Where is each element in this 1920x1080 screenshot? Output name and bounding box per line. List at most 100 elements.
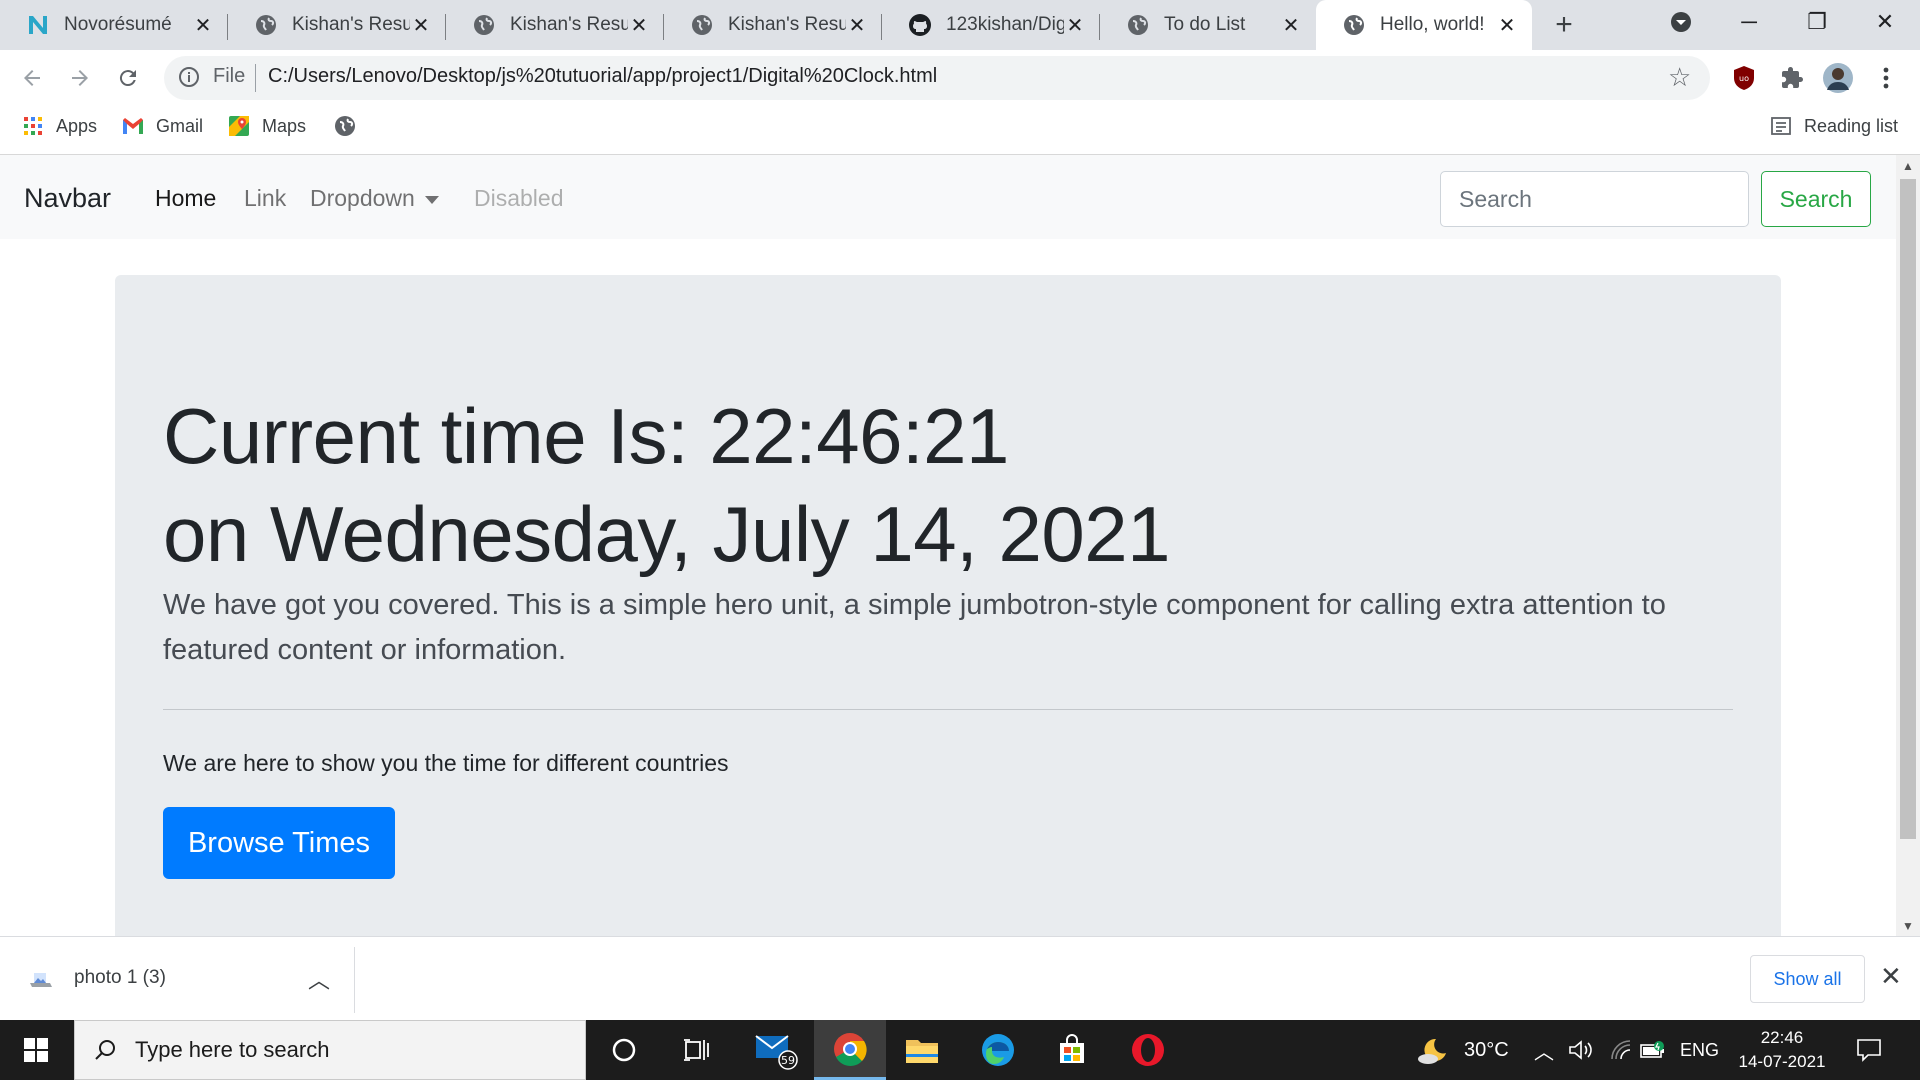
caret-down-icon <box>424 195 439 204</box>
taskbar-search[interactable]: Type here to search <box>74 1020 586 1080</box>
download-filename[interactable]: photo 1 (3) <box>74 967 166 989</box>
bookmark-apps[interactable]: Apps <box>22 112 97 140</box>
close-tab-icon[interactable]: ✕ <box>410 14 432 37</box>
close-tab-icon[interactable]: ✕ <box>1280 14 1302 37</box>
mail-app[interactable]: 59 <box>740 1020 812 1080</box>
lead-text: We have got you covered. This is a simpl… <box>163 589 1666 666</box>
reading-list-icon <box>1770 115 1792 137</box>
bookmark-gmail[interactable]: Gmail <box>122 112 203 140</box>
close-tab-icon[interactable]: ✕ <box>192 14 214 37</box>
tab-hello-world[interactable]: Hello, world! ✕ <box>1316 0 1532 50</box>
arrow-left-icon <box>24 70 40 86</box>
search-button[interactable]: Search <box>1761 171 1871 227</box>
network-button[interactable] <box>1610 1020 1634 1080</box>
navbar-brand[interactable]: Navbar <box>24 183 111 214</box>
file-explorer-app[interactable] <box>886 1020 958 1080</box>
vertical-scrollbar[interactable]: ▲ ▼ <box>1896 155 1920 936</box>
new-tab-button[interactable]: + <box>1548 8 1580 41</box>
reading-list-button[interactable]: Reading list <box>1770 112 1898 140</box>
shield-icon: uo <box>1734 66 1754 90</box>
volume-button[interactable] <box>1568 1020 1594 1080</box>
nav-link-link[interactable]: Link <box>244 185 286 212</box>
tab-resume-1[interactable]: Kishan's Resum ✕ <box>228 0 446 50</box>
hidden-icons-button[interactable]: ︿ <box>1534 1020 1554 1080</box>
mail-badge: 59 <box>781 1054 795 1067</box>
restore-button[interactable]: ❐ <box>1784 0 1850 44</box>
tab-search-button[interactable] <box>1648 0 1714 44</box>
close-tab-icon[interactable]: ✕ <box>628 14 650 37</box>
site-navbar: Navbar Home Link Dropdown Disabled Searc… <box>0 155 1896 239</box>
nav-dropdown[interactable]: Dropdown <box>310 185 439 212</box>
close-tab-icon[interactable]: ✕ <box>1064 14 1086 37</box>
tab-resume-2[interactable]: Kishan's Resum ✕ <box>446 0 664 50</box>
info-icon[interactable] <box>178 66 202 90</box>
task-view-button[interactable] <box>660 1020 732 1080</box>
tab-novoresume[interactable]: Novorésumé ✕ <box>0 0 228 50</box>
task-view-icon <box>684 1039 709 1061</box>
scroll-down-icon[interactable]: ▼ <box>1902 919 1914 933</box>
close-tab-icon[interactable]: ✕ <box>1496 14 1518 37</box>
taskbar-clock[interactable]: 22:46 14-07-2021 <box>1726 1026 1838 1074</box>
globe-icon <box>334 115 356 137</box>
extensions-button[interactable] <box>1776 62 1808 94</box>
apps-grid-icon <box>22 115 44 137</box>
action-center-icon <box>1857 1039 1881 1062</box>
close-window-button[interactable]: ✕ <box>1852 0 1918 44</box>
store-icon <box>1060 1034 1084 1063</box>
reload-button[interactable] <box>112 62 144 94</box>
tab-title: Novorésumé <box>64 14 172 35</box>
scroll-up-icon[interactable]: ▲ <box>1902 159 1914 173</box>
back-button[interactable] <box>16 62 48 94</box>
chrome-app[interactable] <box>814 1020 886 1080</box>
omnibox-divider <box>255 64 256 92</box>
chevron-down-icon <box>1671 12 1691 32</box>
show-all-button[interactable]: Show all <box>1750 955 1865 1003</box>
tab-title: To do List <box>1164 14 1246 35</box>
opera-icon <box>1132 1034 1164 1066</box>
clock-date-line: on Wednesday, July 14, 2021 <box>163 490 1170 578</box>
bookmark-star-icon[interactable]: ☆ <box>1668 62 1691 93</box>
battery-charging-icon <box>1640 1041 1664 1058</box>
tab-title: Hello, world! <box>1380 14 1485 35</box>
url-text[interactable]: C:/Users/Lenovo/Desktop/js%20tutuorial/a… <box>268 65 937 88</box>
ublock-extension-button[interactable]: uo <box>1728 62 1760 94</box>
weather-widget[interactable]: 30°C <box>1416 1020 1509 1080</box>
minimize-button[interactable]: ─ <box>1716 0 1782 44</box>
tab-github[interactable]: 123kishan/Digi ✕ <box>882 0 1100 50</box>
close-shelf-icon[interactable]: ✕ <box>1880 961 1902 992</box>
language-indicator[interactable]: ENG <box>1680 1020 1719 1080</box>
close-tab-icon[interactable]: ✕ <box>846 14 868 37</box>
svg-text:uo: uo <box>1739 74 1749 83</box>
edge-app[interactable] <box>962 1020 1034 1080</box>
weather-moon-icon <box>1418 1038 1446 1064</box>
menu-button[interactable] <box>1870 62 1902 94</box>
cortana-icon <box>612 1038 636 1062</box>
search-input[interactable]: Search <box>1440 171 1749 227</box>
tab-resume-3[interactable]: Kishan's Resum ✕ <box>664 0 882 50</box>
tab-todo[interactable]: To do List ✕ <box>1100 0 1316 50</box>
reload-icon <box>119 70 136 87</box>
windows-logo-icon <box>24 1038 48 1062</box>
notifications-button[interactable] <box>1856 1020 1882 1080</box>
store-app[interactable] <box>1036 1020 1108 1080</box>
nav-link-disabled: Disabled <box>474 185 564 211</box>
globe-icon <box>690 13 714 37</box>
scrollbar-thumb[interactable] <box>1900 179 1916 839</box>
start-button[interactable] <box>0 1020 72 1080</box>
chevron-up-icon[interactable]: ︿ <box>308 963 330 995</box>
bookmark-globe[interactable] <box>334 112 368 140</box>
globe-icon <box>1126 13 1150 37</box>
divider <box>163 709 1733 710</box>
opera-app[interactable] <box>1112 1020 1184 1080</box>
nav-link-home[interactable]: Home <box>155 185 216 212</box>
profile-avatar[interactable] <box>1822 62 1854 94</box>
bookmark-maps[interactable]: Maps <box>228 112 306 140</box>
cortana-button[interactable] <box>588 1020 660 1080</box>
download-shelf: photo 1 (3) ︿ Show all ✕ <box>0 936 1920 1020</box>
forward-button[interactable] <box>64 62 96 94</box>
nav-dropdown-label: Dropdown <box>310 185 415 211</box>
battery-button[interactable] <box>1640 1020 1666 1080</box>
jumbotron-text: We are here to show you the time for dif… <box>163 750 729 776</box>
page-viewport: Navbar Home Link Dropdown Disabled Searc… <box>0 154 1920 936</box>
browse-times-button[interactable]: Browse Times <box>163 807 395 879</box>
